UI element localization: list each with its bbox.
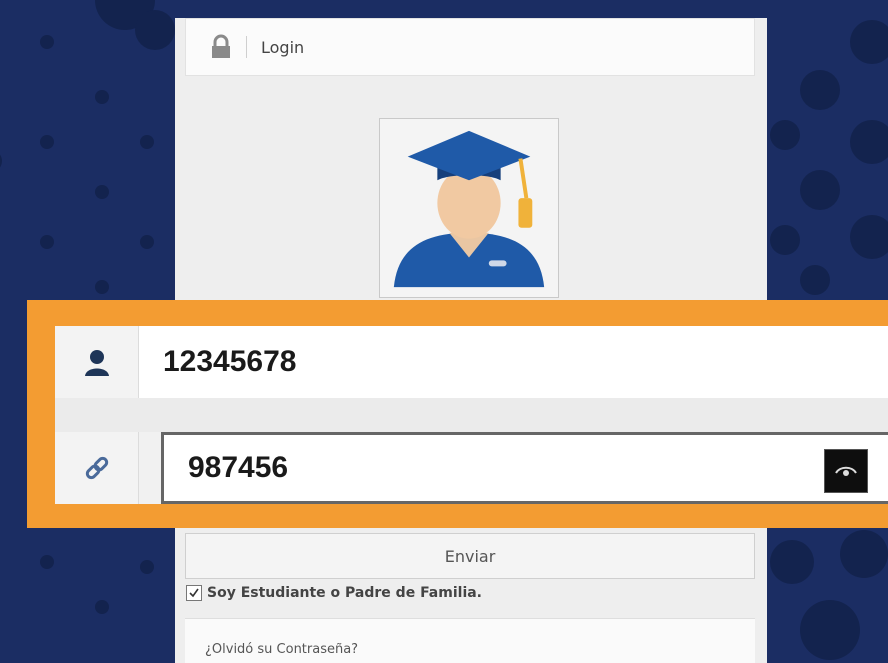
- password-value: 987456: [188, 451, 289, 484]
- graduate-avatar-icon: [379, 118, 559, 298]
- show-password-button[interactable]: [824, 449, 868, 493]
- login-title: Login: [261, 37, 305, 57]
- submit-button[interactable]: Enviar: [185, 533, 755, 579]
- login-header: Login: [185, 18, 755, 76]
- credentials-highlight: 12345678 987456: [27, 300, 888, 528]
- user-icon: [84, 350, 109, 376]
- password-row: 987456: [55, 432, 888, 504]
- student-checkbox[interactable]: [186, 585, 202, 601]
- eye-icon: [835, 466, 857, 476]
- field-gap: [55, 398, 888, 432]
- student-checkbox-label: Soy Estudiante o Padre de Familia.: [207, 585, 483, 601]
- password-addon: [55, 432, 139, 504]
- username-input[interactable]: 12345678: [139, 326, 888, 398]
- password-input[interactable]: 987456: [161, 432, 888, 504]
- check-icon: [189, 588, 199, 598]
- student-checkbox-row[interactable]: Soy Estudiante o Padre de Familia.: [186, 585, 482, 601]
- header-divider: [246, 36, 247, 58]
- username-addon: [55, 326, 139, 398]
- forgot-password-link[interactable]: ¿Olvidó su Contraseña?: [205, 642, 358, 657]
- lock-icon: [212, 34, 230, 58]
- username-row: 12345678: [55, 326, 888, 398]
- link-icon: [85, 456, 108, 480]
